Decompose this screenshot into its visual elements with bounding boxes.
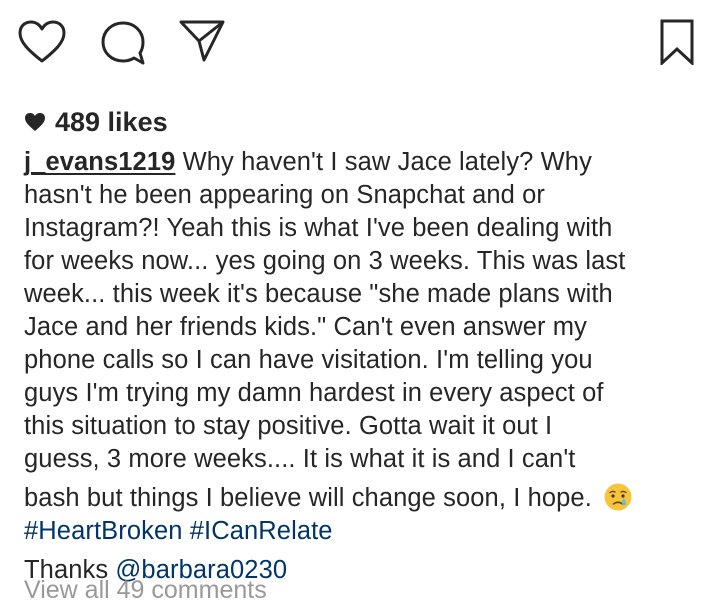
caption-line: Jace and her friends kids." Can't even a… (24, 313, 587, 341)
paper-plane-icon[interactable] (178, 19, 226, 63)
crying-face-emoji-icon (604, 483, 632, 511)
heart-filled-icon (25, 113, 45, 131)
caption-line: guys I'm trying my damn hardest in every… (24, 379, 604, 407)
caption-line: week... this week it's because "she made… (24, 280, 613, 308)
caption-line: guess, 3 more weeks.... It is what it is… (24, 445, 576, 473)
caption-line: this situation to stay positive. Gotta w… (24, 412, 553, 440)
heart-outline-icon[interactable] (18, 20, 66, 64)
caption-line: for weeks now... yes going on 3 weeks. T… (24, 247, 626, 275)
speech-bubble-icon[interactable] (100, 20, 146, 66)
caption-line: phone calls so I can have visitation. I'… (24, 346, 593, 374)
bookmark-icon[interactable] (660, 19, 694, 65)
caption-line: bash but things I believe will change so… (24, 482, 714, 515)
hashtag-link[interactable]: #ICanRelate (190, 517, 333, 545)
caption-line: j_evans1219 Why haven't I saw Jace latel… (24, 146, 714, 179)
caption-line: hasn't he been appearing on Snapchat and… (24, 181, 545, 209)
likes-count[interactable]: 489 likes (24, 104, 168, 140)
username-link[interactable]: j_evans1219 (24, 148, 175, 176)
view-all-comments-link[interactable]: View all 49 comments (24, 576, 267, 605)
likes-label: 489 likes (55, 106, 168, 137)
caption-text: Why haven't I saw Jace lately? Why (175, 148, 592, 176)
caption-text: bash but things I believe will change so… (24, 484, 600, 512)
post-action-bar (0, 0, 721, 80)
caption-line: Instagram?! Yeah this is what I've been … (24, 214, 613, 242)
hashtag-link[interactable]: #HeartBroken (24, 517, 183, 545)
hashtag-line: #HeartBroken #ICanRelate (24, 515, 714, 548)
post-caption: j_evans1219 Why haven't I saw Jace latel… (24, 146, 714, 587)
